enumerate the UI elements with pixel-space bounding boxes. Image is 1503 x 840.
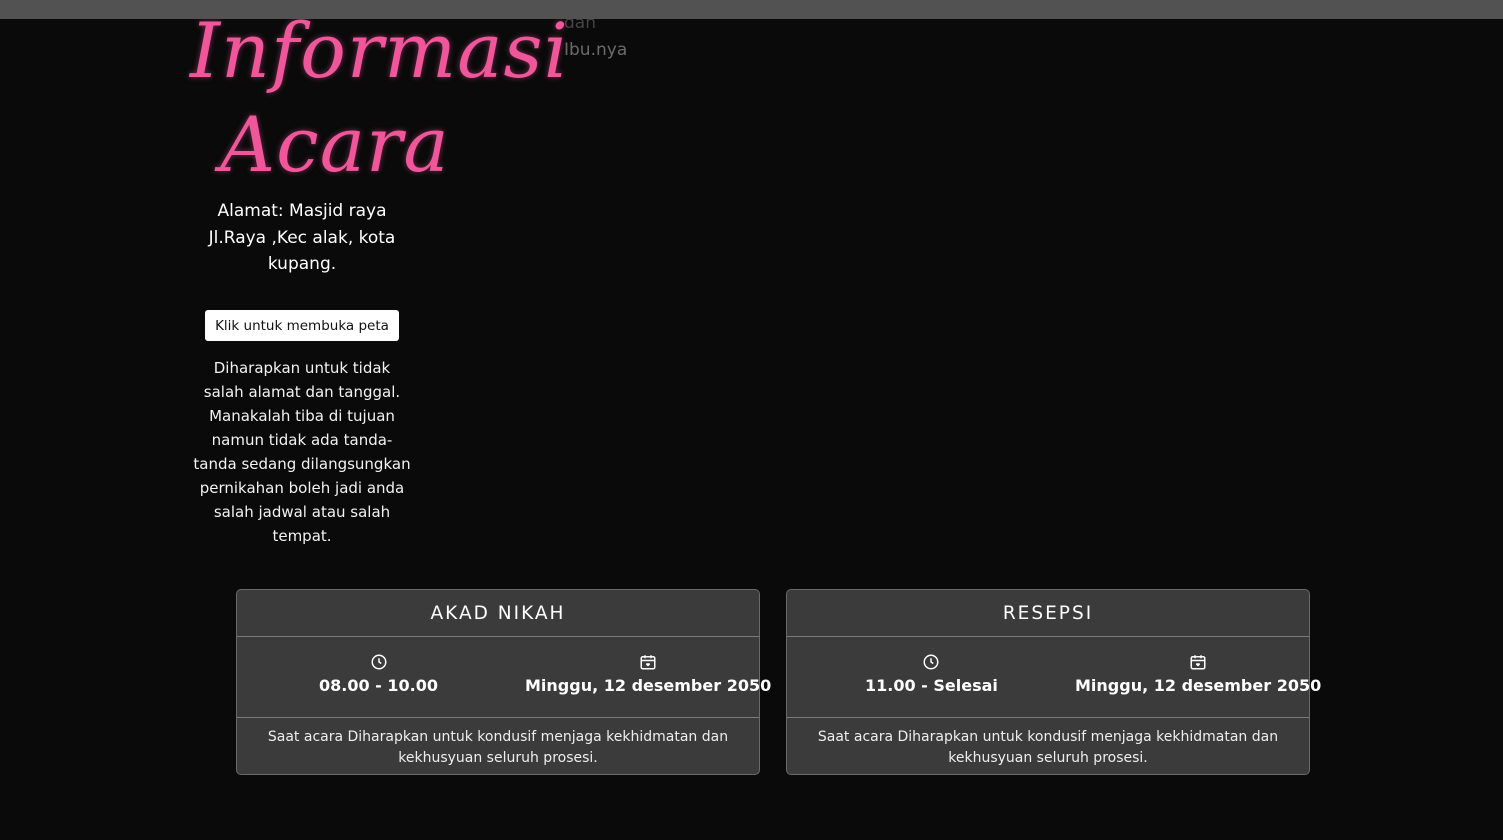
notice-text: Diharapkan untuk tidak salah alamat dan … xyxy=(193,359,411,545)
address-text: Alamat: Masjid raya Jl.Raya ,Kec alak, k… xyxy=(208,201,396,274)
date-value: Minggu, 12 desember 2050 xyxy=(525,676,772,695)
time-value: 11.00 - Selesai xyxy=(865,676,998,695)
card-note: Saat acara Diharapkan untuk kondusif men… xyxy=(817,729,1279,766)
resepsi-card: RESEPSI 11.00 - Selesai Minggu, 12 desem… xyxy=(786,589,1321,775)
card-note: Saat acara Diharapkan untuk kondusif men… xyxy=(267,729,729,766)
clock-icon xyxy=(371,654,386,670)
open-map-button[interactable]: Klik untuk membuka peta xyxy=(205,310,399,341)
date-info: Minggu, 12 desember 2050 xyxy=(1075,653,1321,695)
calendar-heart-icon xyxy=(1190,655,1206,670)
card-details: 08.00 - 10.00 Minggu, 12 desember 2050 xyxy=(237,637,771,718)
date-info: Minggu, 12 desember 2050 xyxy=(525,653,771,695)
parents-line: Ibu.nya xyxy=(564,40,628,60)
time-info: 11.00 - Selesai xyxy=(865,653,998,695)
akad-nikah-card: AKAD NIKAH 08.00 - 10.00 Minggu, 12 dese… xyxy=(236,589,771,775)
top-overlay-bar xyxy=(0,0,1503,19)
section-title: Informasi Acara xyxy=(190,4,568,192)
card-title: RESEPSI xyxy=(787,590,1309,637)
section-title-line2: Acara xyxy=(220,100,450,189)
date-value: Minggu, 12 desember 2050 xyxy=(1075,676,1322,695)
time-info: 08.00 - 10.00 xyxy=(319,653,438,695)
card-title: AKAD NIKAH xyxy=(237,590,759,637)
calendar-heart-icon xyxy=(640,655,656,670)
time-value: 08.00 - 10.00 xyxy=(319,676,438,695)
card-details: 11.00 - Selesai Minggu, 12 desember 2050 xyxy=(787,637,1321,718)
clock-icon xyxy=(923,654,939,670)
